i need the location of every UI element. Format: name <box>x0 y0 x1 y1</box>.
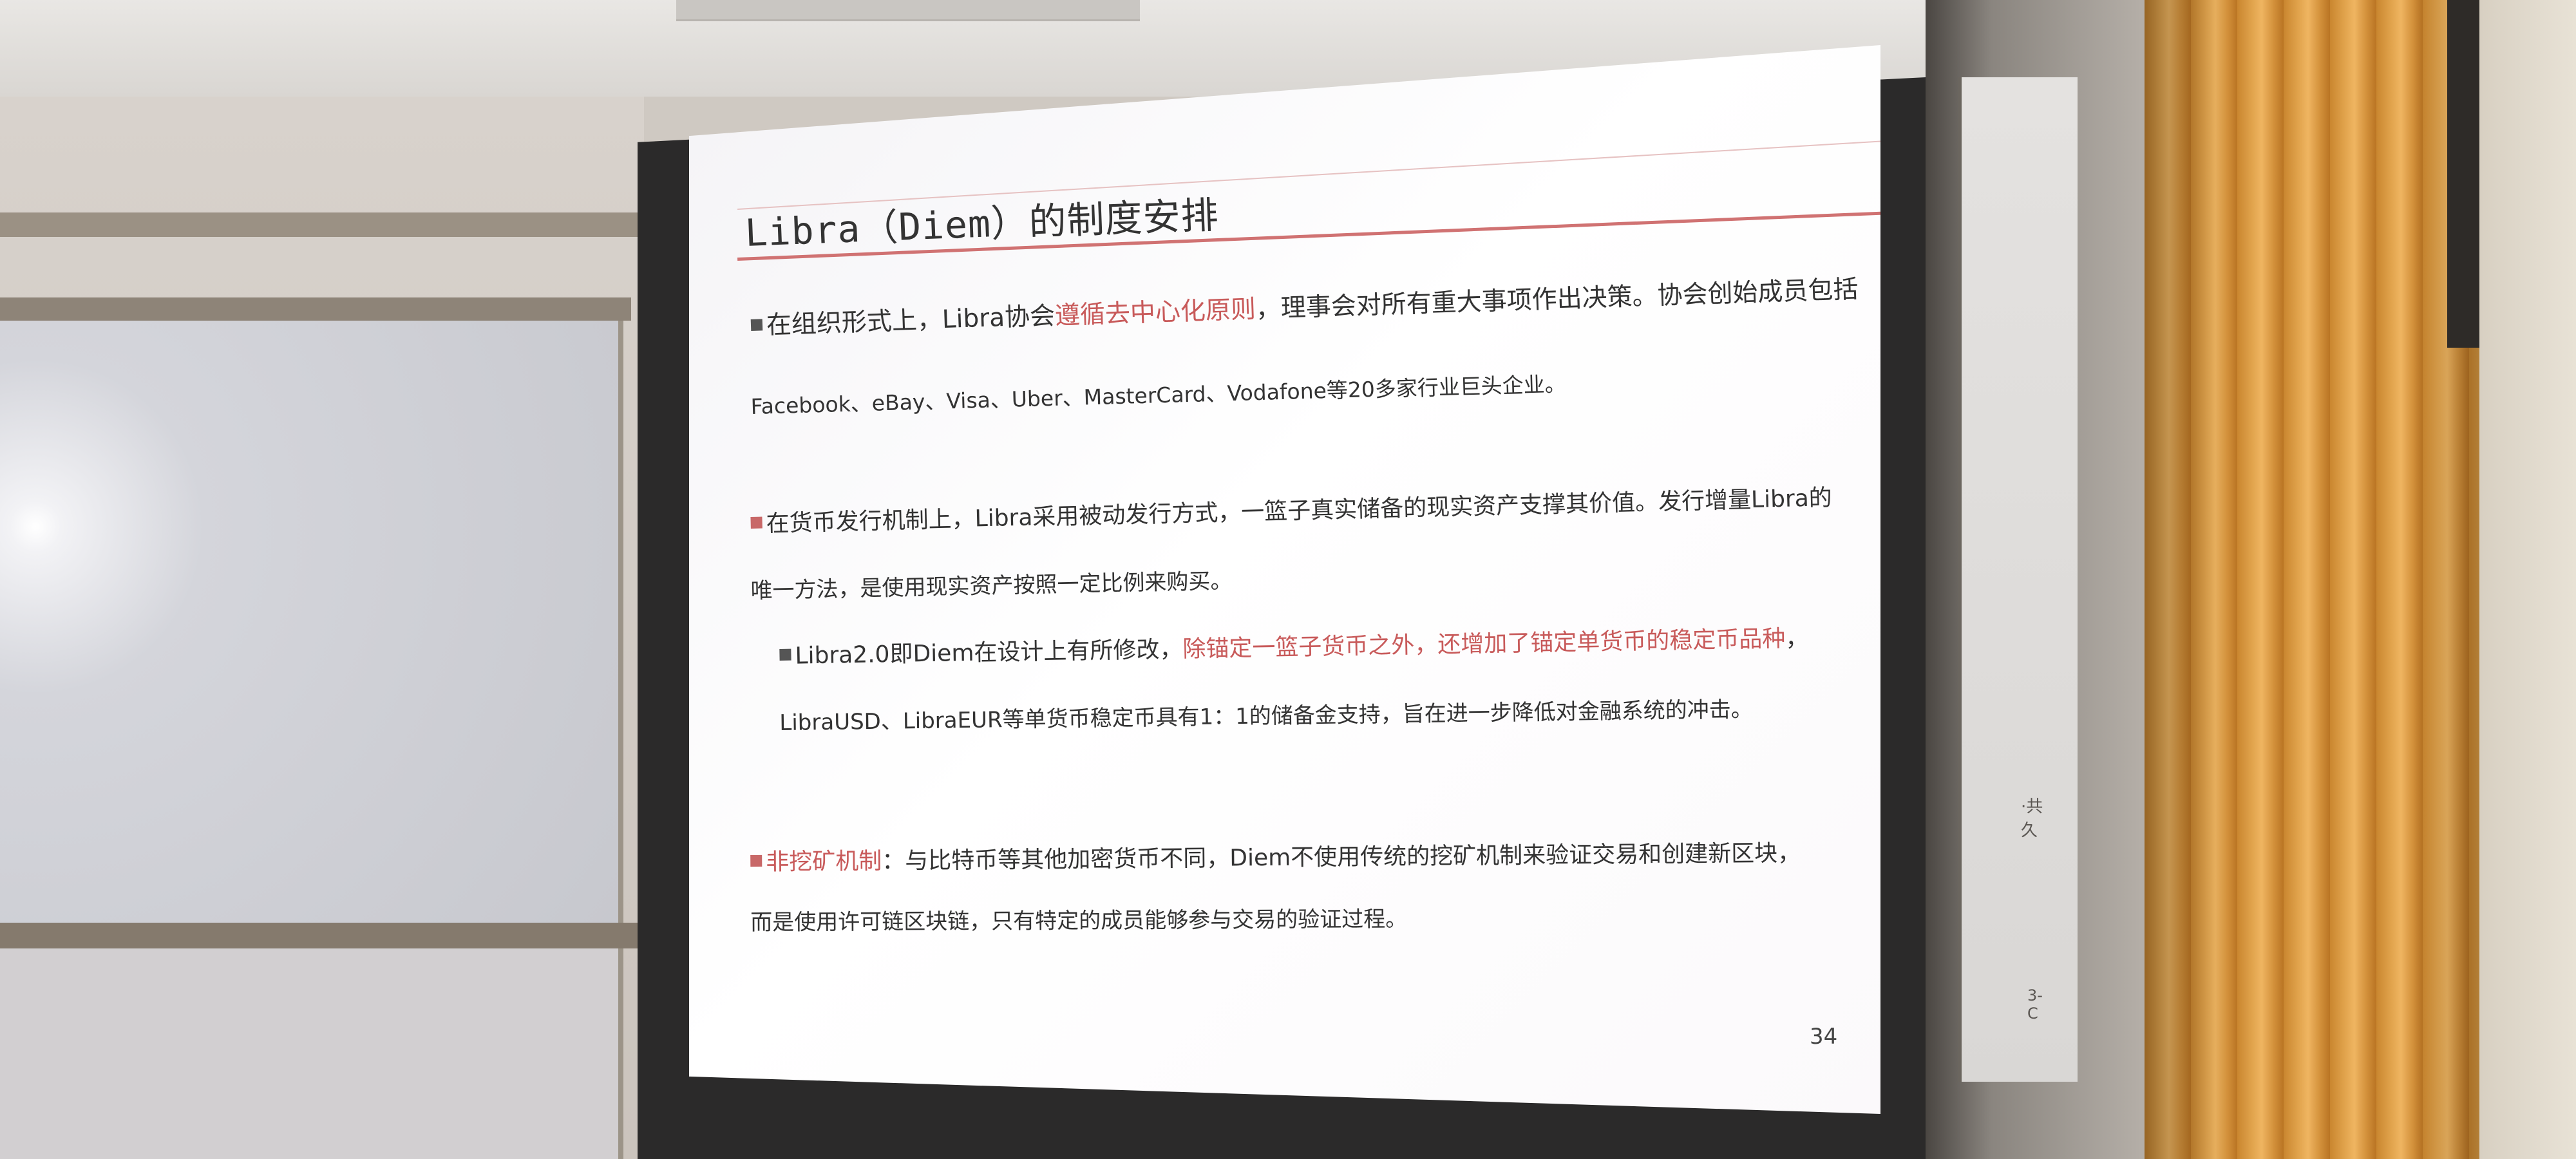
bullet-icon <box>779 648 791 661</box>
slide-title: Libra（Diem）的制度安排 <box>744 193 1220 255</box>
para2-line2-text: 唯一方法，是使用现实资产按照一定比例来购买。 <box>750 568 1233 604</box>
para1-highlight: 遵循去中心化原则 <box>1054 294 1256 331</box>
ceiling-vent <box>676 0 1140 21</box>
para4-line2: 而是使用许可链区块链，只有特定的成员能够参与交易的验证过程。 <box>750 901 1407 936</box>
para4-line2-text: 而是使用许可链区块链，只有特定的成员能够参与交易的验证过程。 <box>750 906 1408 936</box>
para3-tail: ， <box>1785 625 1809 652</box>
far-right-wall <box>2479 0 2576 1159</box>
para3-line2: LibraUSD、LibraEUR等单货币稳定币具有1：1的储备金支持，旨在进一… <box>779 692 1753 737</box>
whiteboard-lower <box>0 948 623 1159</box>
para4-line1: 非挖矿机制：与比特币等其他加密货币不同，Diem不使用传统的挖矿机制来验证交易和… <box>750 834 1801 877</box>
para3-highlight: 除锚定一篮子货币之外，还增加了锚定单货币的稳定币品种 <box>1182 625 1786 663</box>
whiteboard <box>0 321 623 923</box>
para2-line1-text: 在货币发行机制上，Libra采用被动发行方式，一篮子真实储备的现实资产支撑其价值… <box>766 484 1833 538</box>
slide-page-number: 34 <box>1810 1024 1838 1050</box>
whiteboard-rail-top <box>0 212 638 237</box>
para1-lead: 在组织形式上，Libra协会 <box>766 301 1056 341</box>
door-sign-1: ·共久 <box>2021 797 2043 840</box>
bullet-icon <box>750 516 762 529</box>
para1-line2: Facebook、eBay、Visa、Uber、MasterCard、Vodaf… <box>750 367 1566 420</box>
curtain-shadow <box>2145 0 2479 1159</box>
whiteboard-rail-mid <box>0 297 631 321</box>
bullet-icon <box>750 854 762 867</box>
para1-tail: ，理事会对所有重大事项作出决策。协会创始成员包括 <box>1255 274 1859 324</box>
para4-tail: ：与比特币等其他加密货币不同，Diem不使用传统的挖矿机制来验证交易和创建新区块… <box>882 840 1801 875</box>
slide: Libra（Diem）的制度安排 在组织形式上，Libra协会遵循去中心化原则，… <box>689 45 1880 1114</box>
para3-line2-text: LibraUSD、LibraEUR等单货币稳定币具有1：1的储备金支持，旨在进一… <box>779 696 1754 736</box>
para1-line1: 在组织形式上，Libra协会遵循去中心化原则，理事会对所有重大事项作出决策。协会… <box>750 269 1859 342</box>
door-sign-2: 3-C <box>2027 986 2043 1022</box>
para2-line1: 在货币发行机制上，Libra采用被动发行方式，一篮子真实储备的现实资产支撑其价值… <box>750 479 1832 539</box>
projection-screen: Libra（Diem）的制度安排 在组织形式上，Libra协会遵循去中心化原则，… <box>663 19 1887 1114</box>
bullet-icon <box>750 318 763 331</box>
whiteboard-ledge <box>0 923 638 948</box>
para4-highlight: 非挖矿机制 <box>766 848 882 876</box>
para3-line1: Libra2.0即Diem在设计上有所修改，除锚定一篮子货币之外，还增加了锚定单… <box>779 619 1809 671</box>
para3-lead: Libra2.0即Diem在设计上有所修改， <box>795 636 1183 670</box>
para2-line2: 唯一方法，是使用现实资产按照一定比例来购买。 <box>750 563 1233 605</box>
para1-line2-text: Facebook、eBay、Visa、Uber、MasterCard、Vodaf… <box>750 371 1567 419</box>
right-door <box>1958 77 2078 1082</box>
